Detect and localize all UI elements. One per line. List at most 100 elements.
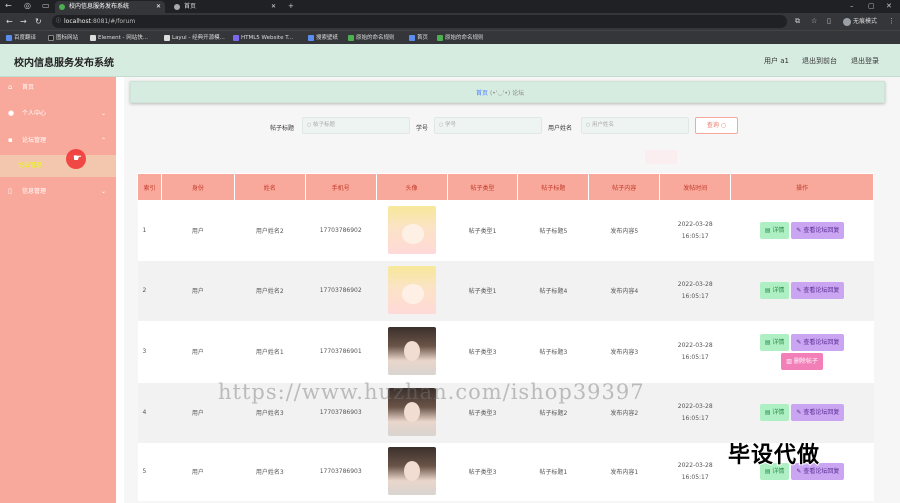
table-row: 1 用户 用户姓名2 17703786902 帖子类型1 帖子标题5 发布内容5 2022-0…: [137, 200, 874, 261]
sidebar-item-forum[interactable]: ▪ 论坛管理 ⌃: [0, 130, 116, 152]
sidebar-item-home[interactable]: ⌂ 首页: [0, 77, 116, 99]
bookmark-item[interactable]: 搜索壁纸: [308, 33, 338, 43]
bookmark-icon: [233, 35, 239, 41]
tab-icon[interactable]: ▭: [42, 0, 50, 11]
column-header: 手机号: [304, 173, 377, 201]
bookmark-icon: [6, 35, 12, 41]
close-tab-icon[interactable]: ✕: [156, 1, 161, 13]
cell-post-time: 2022-03-28 16:05:17: [659, 200, 731, 261]
document-icon: ▤: [764, 409, 771, 416]
detail-button[interactable]: ▤ 详情: [759, 282, 790, 299]
search-icon: ○: [307, 122, 312, 128]
detail-button[interactable]: ▤ 详情: [759, 333, 790, 351]
info-icon: ▯: [8, 187, 12, 195]
user-name-label: 用户姓名: [548, 125, 573, 132]
student-no-input[interactable]: ○ 学号: [434, 117, 542, 134]
cell-avatar: [376, 320, 448, 383]
query-button[interactable]: 查询 ○: [695, 117, 738, 134]
sidepanel-icon[interactable]: ▯: [827, 16, 831, 27]
bookmark-item[interactable]: 首页: [409, 33, 428, 43]
back-icon[interactable]: ←: [6, 16, 13, 27]
sidebar-item-label: 个人中心: [22, 110, 47, 117]
back-arrow-icon[interactable]: ←: [5, 0, 12, 11]
bookmark-item[interactable]: 原始的命名规则: [437, 33, 484, 43]
cell-post-type: 帖子类型3: [447, 442, 518, 501]
current-user: 用户 a1: [764, 57, 789, 65]
close-window-icon[interactable]: ✕: [886, 0, 892, 13]
bookmark-item[interactable]: 原始的命名规则: [348, 33, 395, 43]
view-replies-button[interactable]: ✎ 查看论坛回复: [791, 222, 845, 240]
tab-active[interactable]: 校内信息服务发布系统 ✕: [55, 1, 165, 13]
edit-icon: ✎: [796, 227, 802, 235]
avatar: [387, 205, 436, 254]
bookmark-item[interactable]: HTML5 Website T...: [233, 33, 293, 43]
maximize-icon[interactable]: ▢: [868, 0, 875, 13]
reload-icon[interactable]: ↻: [35, 16, 42, 27]
forward-icon[interactable]: →: [20, 16, 27, 27]
cell-post-time: 2022-03-28 16:05:17: [659, 320, 731, 383]
edit-icon: ✎: [796, 338, 802, 346]
cell-post-content: 发布内容4: [588, 260, 660, 321]
sidebar-subitem-forum[interactable]: 论坛管理: [0, 155, 116, 177]
overlay-caption: 毕设代做: [727, 442, 821, 469]
bookmark-item[interactable]: Element - 网站快...: [90, 33, 148, 43]
cell-post-content: 发布内容1: [588, 442, 660, 501]
post-title-input[interactable]: ○ 帖子标题: [302, 117, 410, 134]
sidebar-item-label: 首页: [22, 84, 35, 91]
bookmark-item[interactable]: 百度翻译: [6, 33, 36, 43]
address-bar[interactable]: ⓘ localhost:8081/#/forum: [52, 15, 787, 28]
detail-button[interactable]: ▤ 详情: [759, 222, 790, 240]
cell-phone: 17703786903: [305, 442, 377, 501]
cell-post-content: 发布内容3: [588, 320, 660, 383]
delete-post-button[interactable]: ▥ 删除帖子: [781, 352, 823, 370]
column-header: 身份: [160, 173, 235, 201]
tab-icon[interactable]: ◎: [24, 0, 31, 11]
sidebar-subitem-label: 论坛管理: [18, 162, 43, 169]
bookmark-icon: [409, 35, 415, 41]
trash-icon: ▥: [786, 357, 792, 365]
tab-home[interactable]: 首页 ✕: [170, 1, 280, 13]
url-host: localhost: [64, 18, 91, 25]
cell-actions: ▤ 详情 ✎ 查看论坛回复: [730, 260, 874, 321]
menu-icon[interactable]: ⋮: [888, 16, 895, 27]
column-header: 帖子类型: [446, 173, 519, 201]
vue-favicon-icon: [59, 4, 65, 10]
cell-identity: 用户: [161, 260, 235, 321]
cell-actions: ▤ 详情 ✎ 查看论坛回复: [730, 382, 874, 443]
bookmark-item[interactable]: Layui - 经典开源模...: [164, 33, 225, 43]
avatar: [387, 446, 436, 495]
avatar: [387, 265, 436, 314]
detail-button[interactable]: ▤ 详情: [759, 404, 790, 421]
user-name-input[interactable]: ○ 用户姓名: [581, 117, 689, 134]
sidebar-item-profile[interactable]: ● 个人中心 ⌄: [0, 103, 116, 125]
chevron-down-icon: ⌄: [100, 110, 106, 117]
new-tab-button[interactable]: +: [288, 0, 294, 13]
back-to-front-link[interactable]: 退出到前台: [802, 56, 837, 66]
cell-avatar: [376, 200, 448, 261]
document-icon: ▤: [764, 468, 771, 475]
minimize-icon[interactable]: –: [850, 0, 854, 13]
view-replies-button[interactable]: ✎ 查看论坛回复: [791, 333, 845, 351]
table-header-row: 索引 身份 姓名 手机号 头像 帖子类型 帖子标题 帖子内容 发帖时间 操作: [137, 173, 874, 201]
view-replies-button[interactable]: ✎ 查看论坛回复: [791, 282, 845, 299]
incognito-profile[interactable]: 无痕模式: [843, 16, 877, 27]
sidebar-item-info[interactable]: ▯ 信息管理 ⌄: [0, 181, 116, 203]
breadcrumb-emoticon: (•'◡'•): [489, 90, 511, 97]
close-tab-icon[interactable]: ✕: [271, 1, 276, 13]
document-icon: ▤: [764, 287, 771, 294]
edit-icon: ✎: [796, 468, 802, 475]
cell-index: 2: [137, 260, 162, 321]
translate-icon[interactable]: ⧉: [795, 16, 800, 27]
watermark: https://www.huzhan.com/ishop39397: [218, 380, 645, 404]
forum-icon: ▪: [8, 136, 13, 144]
cell-phone: 17703786902: [305, 260, 377, 321]
star-icon[interactable]: ☆: [811, 16, 817, 27]
view-replies-button[interactable]: ✎ 查看论坛回复: [791, 404, 845, 421]
cell-phone: 17703786901: [305, 320, 377, 383]
logout-link[interactable]: 退出登录: [851, 56, 879, 66]
bookmark-item[interactable]: 图标网站: [48, 33, 78, 43]
cell-name: 用户姓名1: [234, 320, 306, 383]
user-name-placeholder: 用户姓名: [592, 122, 615, 128]
breadcrumb-home[interactable]: 首页: [476, 90, 488, 97]
cell-index: 1: [137, 200, 162, 261]
